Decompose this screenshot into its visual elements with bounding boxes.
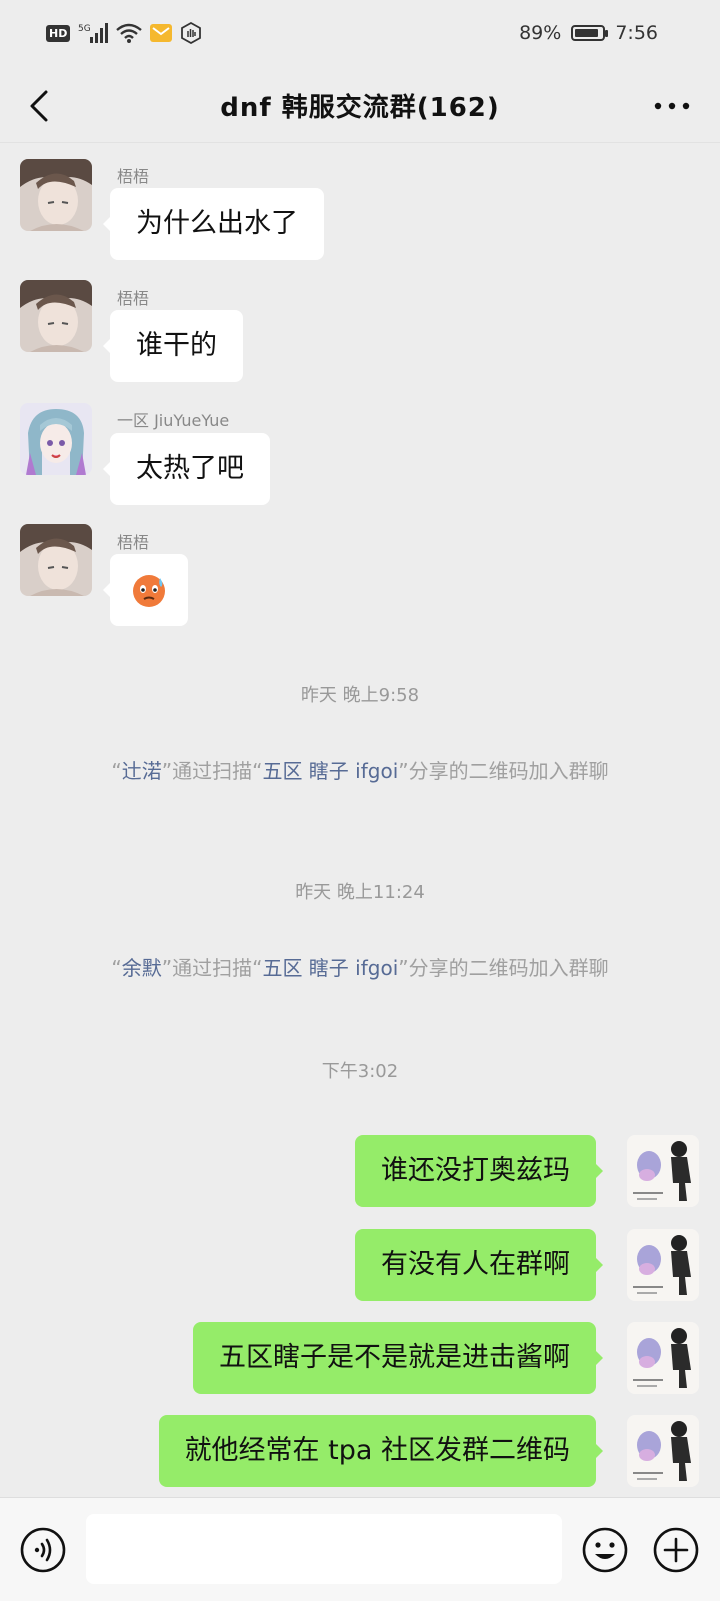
status-right: 89% 7:56 [519,22,658,44]
status-left: HD 5G [46,22,202,44]
my-message-bubble[interactable]: 谁还没打奥兹玛 [355,1135,603,1207]
member-name-link[interactable]: 五区 瞎子 ifgoi [262,956,398,980]
sender-name: 一区 JiuYueYue [117,411,230,430]
my-message-bubble[interactable]: 有没有人在群啊 [355,1229,603,1301]
my-avatar[interactable] [627,1415,699,1487]
battery-fill [575,29,599,37]
timestamp: 下午3:02 [321,1061,399,1082]
clock: 7:56 [615,22,658,44]
system-text: ”通过扫描“ [161,956,263,980]
mail-notification-icon [150,24,173,42]
my-avatar[interactable] [627,1322,699,1394]
cellular-signal-icon: 5G [78,23,109,43]
avatar[interactable] [20,159,92,231]
emoji-message-bubble[interactable] [103,554,188,626]
chat-title: dnf 韩服交流群(162) [220,93,500,123]
sender-name: 梧梧 [117,167,150,186]
my-message-bubble[interactable]: 五区瞎子是不是就是进击酱啊 [193,1322,603,1394]
hd-badge: HD [46,24,71,42]
system-message: “辻渃”通过扫描“五区 瞎子 ifgoi”分享的二维码加入群聊 [60,756,660,786]
system-text: ”分享的二维码加入群聊 [398,759,609,783]
self-avatar-image [627,1229,699,1301]
member-name-link[interactable]: 余默 [122,956,162,980]
system-text: ”分享的二维码加入群聊 [398,956,609,980]
self-avatar-image [627,1415,699,1487]
smiley-icon [582,1527,628,1573]
hand-notification-icon [181,22,202,44]
battery-icon [571,25,609,41]
user-avatar-image [20,403,92,475]
hot-face-emoji-icon [133,575,165,607]
sender-name: 梧梧 [117,533,150,552]
member-name-link[interactable]: 五区 瞎子 ifgoi [262,759,398,783]
my-avatar[interactable] [627,1229,699,1301]
quote-mark: “ [111,956,122,980]
more-functions-button[interactable] [652,1526,700,1574]
wifi-icon [116,23,143,43]
avatar[interactable] [20,280,92,352]
status-bar: HD 5G 89% 7:56 [0,0,720,70]
message-input[interactable] [86,1514,562,1584]
user-avatar-image [20,524,92,596]
user-avatar-image [20,159,92,231]
more-options-button[interactable] [644,84,700,128]
timestamp: 昨天 晚上11:24 [295,882,425,903]
quote-mark: “ [111,759,122,783]
message-bubble[interactable]: 为什么出水了 [103,188,324,260]
timestamp: 昨天 晚上9:58 [300,685,420,706]
more-dots-icon [654,102,690,110]
input-bar [0,1497,720,1601]
system-text: ”通过扫描“ [161,759,263,783]
avatar[interactable] [20,524,92,596]
network-type-label: 5G [78,24,91,34]
member-name-link[interactable]: 辻渃 [122,759,162,783]
message-bubble[interactable]: 太热了吧 [103,433,270,505]
plus-icon [653,1527,699,1573]
message-bubble[interactable]: 谁干的 [103,310,243,382]
user-avatar-image [20,280,92,352]
emoji-button[interactable] [581,1526,629,1574]
system-message: “余默”通过扫描“五区 瞎子 ifgoi”分享的二维码加入群聊 [60,953,660,983]
self-avatar-image [627,1135,699,1207]
sender-name: 梧梧 [117,289,150,308]
self-avatar-image [627,1322,699,1394]
voice-icon [20,1527,66,1573]
my-message-bubble[interactable]: 就他经常在 tpa 社区发群二维码 [158,1415,604,1487]
chat-header: dnf 韩服交流群(162) [0,70,720,143]
avatar[interactable] [20,403,92,475]
battery-percent: 89% [519,22,562,44]
voice-input-button[interactable] [19,1526,67,1574]
my-avatar[interactable] [627,1135,699,1207]
